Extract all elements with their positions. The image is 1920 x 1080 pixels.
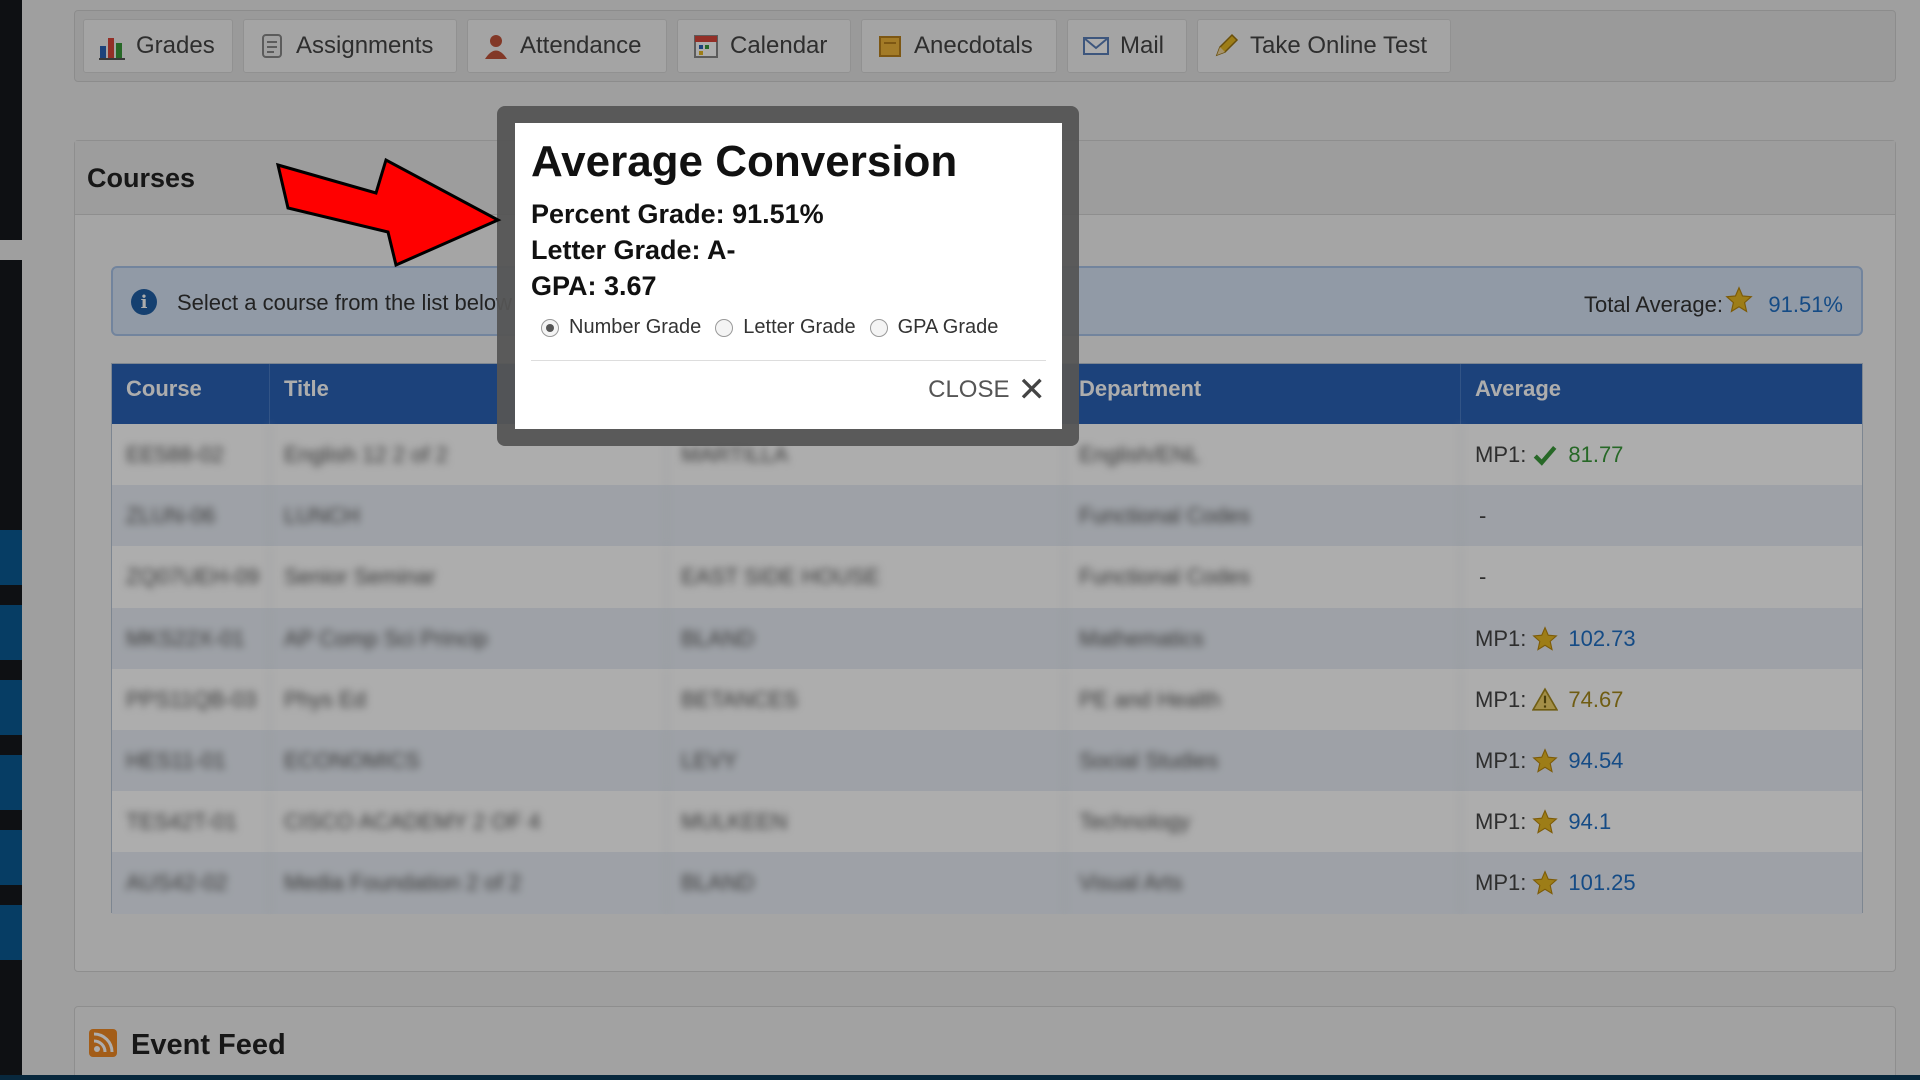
red-arrow-annotation — [275, 157, 502, 268]
radio-button[interactable] — [869, 318, 888, 337]
dialog-divider — [531, 360, 1046, 361]
average-conversion-dialog: Average Conversion Percent Grade: 91.51%… — [515, 123, 1062, 429]
grade-format-radio-group: Number Grade Letter Grade GPA Grade — [541, 316, 998, 339]
radio-letter-grade[interactable]: Letter Grade — [715, 316, 856, 339]
percent-grade-text: Percent Grade: 91.51% — [531, 199, 824, 229]
close-icon: ✕ — [1017, 370, 1047, 410]
close-button[interactable]: CLOSE ✕ — [928, 373, 1046, 407]
radio-button[interactable] — [541, 318, 559, 337]
close-label: CLOSE — [928, 376, 1010, 403]
radio-gpa-grade[interactable]: GPA Grade — [869, 316, 999, 339]
radio-label: Number Grade — [569, 316, 702, 338]
radio-label: GPA Grade — [897, 316, 999, 338]
gpa-text: GPA: 3.67 — [531, 271, 657, 301]
radio-number-grade[interactable]: Number Grade — [541, 316, 701, 339]
radio-button[interactable] — [715, 318, 734, 337]
dialog-title: Average Conversion — [531, 137, 958, 186]
letter-grade-text: Letter Grade: A- — [531, 235, 736, 265]
radio-label: Letter Grade — [743, 316, 856, 338]
